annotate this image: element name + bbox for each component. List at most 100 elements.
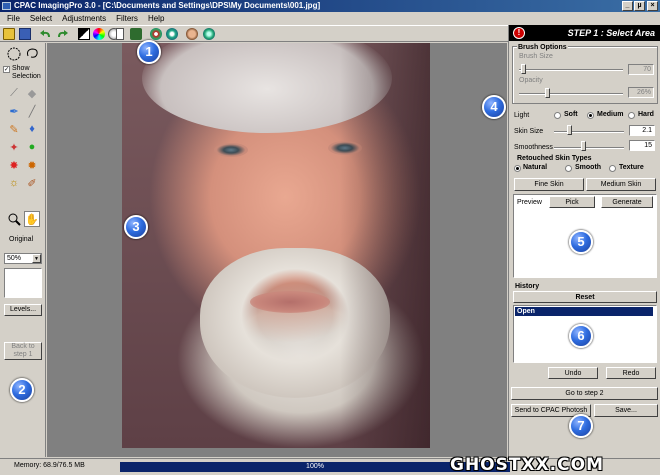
medium-skin-button[interactable]: Medium Skin <box>586 178 656 191</box>
minimize-button[interactable]: _ <box>622 1 633 11</box>
undo-button[interactable]: Undo <box>548 367 598 379</box>
photo-left-eye <box>214 143 248 157</box>
face-icon[interactable] <box>186 28 198 40</box>
pen-icon[interactable]: ✒ <box>6 103 22 119</box>
eraser-icon[interactable]: ◆ <box>24 85 40 101</box>
light-hard-label: Hard <box>638 111 654 118</box>
smoothness-thumb[interactable] <box>581 141 586 151</box>
pick-button[interactable]: Pick <box>549 196 595 208</box>
toolbar <box>0 25 508 42</box>
callout-marker-7: 7 <box>569 414 593 438</box>
dodge-icon[interactable]: ✸ <box>6 157 22 173</box>
smoothness-field[interactable]: 15 <box>629 140 655 151</box>
skin-natural-radio[interactable] <box>514 165 521 172</box>
levels-button[interactable]: Levels... <box>4 304 42 316</box>
line-icon[interactable]: ╱ <box>24 103 40 119</box>
brush-icon[interactable]: ⟋ <box>6 85 22 101</box>
light-hard-radio[interactable] <box>628 112 635 119</box>
callout-marker-3: 3 <box>124 215 148 239</box>
zoom-icon[interactable] <box>6 211 22 227</box>
eye-icon[interactable] <box>203 28 215 40</box>
skin-size-slider[interactable] <box>554 131 624 133</box>
opacity-slider[interactable] <box>519 93 623 95</box>
skin-texture-label: Texture <box>619 164 644 171</box>
portrait-photo[interactable] <box>122 43 430 448</box>
sun-icon[interactable]: ☼ <box>6 175 22 191</box>
bucket-icon[interactable]: ♦ <box>24 121 40 137</box>
original-label: Original <box>9 236 34 243</box>
original-thumbnail <box>4 268 42 298</box>
skin-smooth-label: Smooth <box>575 164 602 171</box>
redo-arrow-icon[interactable] <box>56 28 68 40</box>
undo-arrow-icon[interactable] <box>40 28 52 40</box>
light-medium-radio[interactable] <box>587 112 594 119</box>
lasso-icon[interactable] <box>24 46 40 62</box>
callout-marker-4: 4 <box>482 95 506 119</box>
go-to-step2-button[interactable]: Go to step 2 <box>511 387 658 400</box>
opacity-label: Opacity <box>519 77 543 84</box>
skin-texture-radio[interactable] <box>609 165 616 172</box>
generate-button[interactable]: Generate <box>601 196 653 208</box>
light-soft-radio[interactable] <box>554 112 561 119</box>
save-disk-icon[interactable] <box>19 28 31 40</box>
skin-size-label: Skin Size <box>514 128 544 135</box>
history-item-open[interactable]: Open <box>515 307 653 316</box>
globe-icon[interactable] <box>166 28 178 40</box>
brush-size-slider[interactable] <box>519 69 623 71</box>
watermark-text: GHOSTXX.COM <box>450 455 604 475</box>
history-header: History <box>515 283 540 290</box>
reset-button[interactable]: Reset <box>513 291 657 303</box>
menu-file[interactable]: File <box>2 14 25 23</box>
back-to-step1-button[interactable]: Back to step 1 <box>4 342 42 360</box>
smoothness-label: Smoothness <box>514 144 553 151</box>
close-button[interactable]: × <box>647 1 658 11</box>
menu-help[interactable]: Help <box>143 14 169 23</box>
color-wheel-icon[interactable] <box>93 28 105 40</box>
hand-icon[interactable]: ✋ <box>24 211 40 227</box>
ellipse-select-icon[interactable] <box>6 46 22 62</box>
maximize-button[interactable]: µ <box>634 1 645 11</box>
zoom-select[interactable]: 50% ▼ <box>4 253 42 264</box>
photo-mouth <box>250 291 330 313</box>
step-header: ! STEP 1 : Select Area <box>509 25 660 41</box>
clone-icon[interactable]: ● <box>24 139 40 155</box>
light-label: Light <box>514 112 530 119</box>
callout-marker-2: 2 <box>10 378 34 402</box>
fine-skin-button[interactable]: Fine Skin <box>514 178 584 191</box>
target-icon[interactable] <box>150 28 162 40</box>
smudge-icon[interactable]: ✦ <box>6 139 22 155</box>
paint-brush-icon[interactable]: ✎ <box>6 121 22 137</box>
dropper-icon[interactable]: ✐ <box>24 175 40 191</box>
white-square-icon[interactable] <box>116 28 124 40</box>
brush-size-thumb[interactable] <box>521 64 526 74</box>
memory-status: Memory: 68.9/76.5 MB <box>14 462 85 469</box>
step-title: STEP 1 : Select Area <box>567 28 655 38</box>
menu-adjustments[interactable]: Adjustments <box>57 14 111 23</box>
open-folder-icon[interactable] <box>3 28 15 40</box>
show-selection-checkbox[interactable]: ✓ <box>3 66 10 73</box>
light-medium-label: Medium <box>597 111 624 118</box>
menu-filters[interactable]: Filters <box>111 14 143 23</box>
opacity-thumb[interactable] <box>545 88 550 98</box>
callout-marker-5: 5 <box>569 230 593 254</box>
warning-icon: ! <box>513 27 525 39</box>
menu-select[interactable]: Select <box>25 14 57 23</box>
brush-size-field[interactable]: 70 <box>628 64 654 75</box>
opacity-field[interactable]: 26% <box>628 87 654 98</box>
skin-natural-label: Natural <box>523 164 548 171</box>
show-selection-label: Show Selection <box>12 65 41 80</box>
burn-icon[interactable]: ✹ <box>24 157 40 173</box>
title-bar: CPAC ImagingPro 3.0 - [C:\Documents and … <box>0 0 660 12</box>
smoothness-slider[interactable] <box>554 147 624 149</box>
brush-options-header: Brush Options <box>517 44 568 51</box>
redo-button[interactable]: Redo <box>606 367 656 379</box>
plant-icon[interactable] <box>130 28 142 40</box>
chevron-down-icon[interactable]: ▼ <box>32 254 41 263</box>
light-soft-label: Soft <box>564 111 578 118</box>
save-button[interactable]: Save... <box>594 404 658 417</box>
skin-size-field[interactable]: 2.1 <box>629 125 655 136</box>
skin-smooth-radio[interactable] <box>565 165 572 172</box>
skin-size-thumb[interactable] <box>567 125 572 135</box>
zoom-value: 50% <box>7 255 22 262</box>
contrast-icon[interactable] <box>78 28 90 40</box>
